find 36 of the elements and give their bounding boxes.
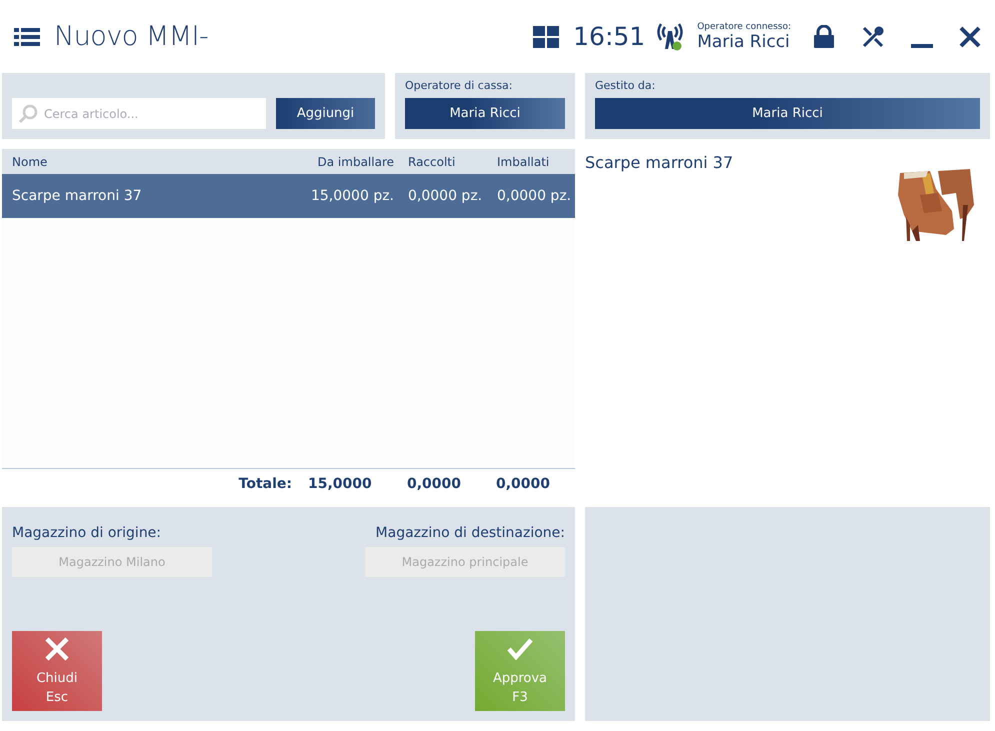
total-value: 0,0000	[495, 476, 552, 492]
operator-button[interactable]: Maria Ricci	[595, 98, 980, 129]
search-icon	[18, 104, 38, 124]
total-value: 0,0000	[406, 476, 462, 492]
clock-time: 16:51	[573, 22, 646, 51]
close-icon[interactable]	[959, 26, 981, 48]
column-header[interactable]: Nome	[2, 154, 300, 168]
operator-button[interactable]: Maria Ricci	[405, 98, 565, 129]
column-header[interactable]: Imballati	[487, 154, 575, 168]
column-header[interactable]: Raccolti	[398, 154, 487, 168]
search-field[interactable]: Cerca articolo...	[12, 98, 266, 129]
column-header[interactable]: Da imballare	[300, 154, 398, 168]
antenna-icon	[657, 22, 684, 50]
field-label: Magazzino di destinazione:	[376, 525, 565, 541]
operator-name: Maria Ricci	[697, 32, 791, 52]
add-button[interactable]: Aggiungi	[276, 98, 375, 129]
total-value: 15,0000	[307, 476, 373, 492]
lock-icon[interactable]	[813, 24, 835, 48]
field-label: Gestito da:	[595, 79, 656, 92]
tools-icon[interactable]	[861, 24, 885, 48]
field-label: Magazzino di origine:	[12, 525, 162, 541]
total-label: Totale:	[238, 476, 293, 492]
close-button[interactable]: Chiudi Esc	[12, 631, 102, 711]
table-cell-text: Scarpe marroni 37	[11, 188, 143, 204]
product-name: Scarpe marroni 37	[585, 153, 734, 172]
table-cell-text: 0,0000 pz.	[407, 188, 484, 204]
checkmark-icon	[507, 637, 533, 661]
field-label: Operatore di cassa:	[405, 79, 514, 92]
table-row[interactable]: Scarpe marroni 37 15,0000 pz. 0,0000 pz. 0,0000 pz.	[2, 174, 575, 218]
operator-label: Operatore connesso:	[697, 22, 791, 32]
grid-icon[interactable]	[533, 26, 560, 48]
table-cell-text: 15,0000 pz.	[310, 188, 395, 204]
window-title: Nuovo MMI-	[54, 21, 210, 52]
close-icon	[45, 637, 69, 661]
menu-icon[interactable]	[14, 26, 40, 46]
table-cell-text: 0,0000 pz.	[496, 188, 572, 204]
